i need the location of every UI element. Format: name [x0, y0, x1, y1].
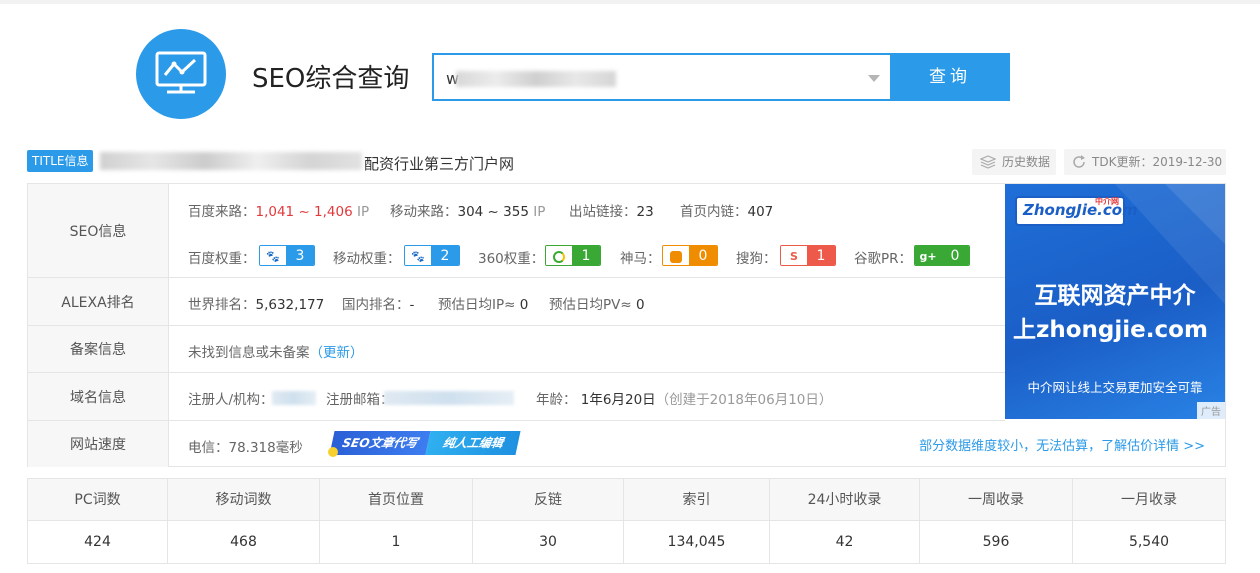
zhongjie-logo: ZhongJie.com 中介网 [1015, 196, 1138, 226]
stats-header-cell: 反链 [473, 479, 624, 521]
google-pr-label: 谷歌PR： [854, 251, 913, 267]
outbound-links: 出站链接：23 [569, 204, 654, 220]
blurred-email[interactable] [384, 391, 514, 405]
shenma-badge[interactable]: 0 [662, 245, 718, 266]
stats-header-cell: 移动词数 [168, 479, 320, 521]
shenma-horse-icon [663, 246, 689, 265]
refresh-icon [1073, 155, 1085, 168]
logo [136, 29, 226, 119]
ad-headline-1: 互联网资产中介 [1034, 283, 1196, 309]
stats-value-cell[interactable]: 5,540 [1073, 521, 1225, 563]
icp-row: 备案信息 未找到信息或未备案（更新） [28, 326, 1005, 373]
title-badge: TITLE信息 [27, 150, 94, 172]
sogou-badge[interactable]: S1 [780, 245, 836, 266]
stats-value-cell[interactable]: 468 [168, 521, 320, 563]
paw-icon: 🐾 [260, 246, 286, 265]
stats-value-row: 424 468 1 30 134,045 42 596 5,540 [28, 521, 1225, 563]
layers-icon [980, 155, 996, 169]
promo-banner[interactable]: SEO文章代写 纯人工编辑 [328, 431, 521, 457]
icp-update-link[interactable]: （更新） [310, 345, 364, 361]
search-bar: 查询 [432, 53, 1010, 101]
telecom-speed: 电信：78.318毫秒 [188, 440, 303, 456]
app-title: SEO综合查询 [252, 64, 410, 94]
google-plus-icon: g+ [915, 246, 941, 265]
stats-value-cell[interactable]: 30 [473, 521, 624, 563]
promo-manual-edit: 纯人工编辑 [425, 431, 521, 455]
tdk-update-label: TDK更新：2019-12-30 [1092, 155, 1223, 169]
shenma-label: 神马： [620, 251, 661, 267]
stats-table: PC词数 移动词数 首页位置 反链 索引 24小时收录 一周收录 一月收录 42… [27, 478, 1226, 564]
daily-pv: 预估日均PV≈ 0 [549, 297, 645, 313]
blurred-domain [456, 71, 616, 87]
blurred-title [100, 152, 362, 170]
promo-seo-writing: SEO文章代写 [329, 431, 431, 455]
domestic-rank: 国内排名：- [342, 297, 415, 313]
blurred-registrant [272, 391, 316, 405]
search-button[interactable]: 查询 [890, 53, 1010, 101]
stats-header-cell: 索引 [624, 479, 770, 521]
alexa-row: ALEXA排名 世界排名：5,632,177 国内排名：- 预估日均IP≈ 0 … [28, 278, 1005, 326]
valuation-detail-link[interactable]: 部分数据维度较小，无法估算，了解估价详情 >> [919, 435, 1205, 454]
stats-value-cell[interactable]: 42 [770, 521, 920, 563]
mobile-weight-badge[interactable]: 🐾 2 [404, 245, 460, 266]
ad-subline: 中介网让线上交易更加安全可靠 [1027, 380, 1203, 395]
360-weight-label: 360权重： [478, 251, 545, 267]
registrant-label: 注册人/机构： [188, 392, 274, 408]
sogou-label: 搜狗： [736, 251, 777, 267]
sogou-s-icon: S [781, 246, 807, 265]
history-data-button[interactable]: 历史数据 [972, 149, 1056, 175]
history-data-label: 历史数据 [1002, 155, 1051, 169]
stats-header-row: PC词数 移动词数 首页位置 反链 索引 24小时收录 一周收录 一月收录 [28, 479, 1225, 521]
stats-header-cell: 首页位置 [320, 479, 473, 521]
ring-360-icon [546, 246, 572, 265]
stats-value-cell[interactable]: 134,045 [624, 521, 770, 563]
alexa-label: ALEXA排名 [28, 278, 169, 325]
world-rank: 世界排名：5,632,177 [188, 297, 325, 313]
outbound-value[interactable]: 23 [637, 204, 654, 220]
ad-headline-2: 上zhongjie.com [1013, 317, 1208, 343]
promo-dot [328, 447, 338, 457]
stats-header-cell: PC词数 [28, 479, 168, 521]
stats-header-cell: 一月收录 [1121, 492, 1177, 508]
360-weight-badge[interactable]: 1 [545, 245, 601, 266]
baidu-weight-label: 百度权重： [188, 251, 256, 267]
monitor-chart-icon [155, 51, 207, 94]
stats-header-cell: 一周收录 [920, 479, 1073, 521]
google-pr-badge[interactable]: g+ 0 [914, 245, 970, 266]
seo-row: SEO信息 百度来路：1,041 ~ 1,406 IP 移动来路：304 ~ 3… [28, 184, 1005, 278]
ad-tag: 广告 [1197, 402, 1225, 419]
speed-row: 网站速度 电信：78.318毫秒 SEO文章代写 纯人工编辑 部分数据维度较小，… [28, 421, 1225, 467]
icp-text: 未找到信息或未备案（更新） [188, 345, 364, 361]
mobile-traffic: 移动来路：304 ~ 355 IP [390, 204, 546, 220]
stats-value-cell[interactable]: 1 [320, 521, 473, 563]
chevron-down-icon[interactable] [868, 75, 880, 82]
baidu-traffic-value[interactable]: 1,041 ~ 1,406 [256, 204, 353, 220]
stats-value-cell[interactable]: 424 [28, 521, 168, 563]
seo-traffic-line: 百度来路：1,041 ~ 1,406 IP [188, 204, 370, 220]
search-box[interactable] [432, 53, 892, 101]
baidu-weight-badge[interactable]: 🐾 3 [259, 245, 315, 266]
icp-label: 备案信息 [28, 326, 169, 372]
domain-row: 域名信息 注册人/机构： 注册邮箱： 年龄： 1年6月20日（创建于2018年0… [28, 373, 1005, 421]
mobile-traffic-value[interactable]: 304 ~ 355 [458, 204, 529, 220]
zhongjie-ad[interactable]: ZhongJie.com 中介网 互联网资产中介 上zhongjie.com 中… [1005, 184, 1225, 419]
stats-header-cell: 24小时收录 [770, 479, 920, 521]
age: 年龄： 1年6月20日（创建于2018年06月10日） [536, 392, 833, 408]
mobile-weight-label: 移动权重： [333, 251, 401, 267]
paw-icon: 🐾 [405, 246, 431, 265]
inbound-links: 首页内链：407 [680, 204, 774, 220]
daily-ip: 预估日均IP≈ 0 [438, 297, 529, 313]
seo-label: SEO信息 [28, 184, 169, 277]
speed-label: 网站速度 [28, 421, 169, 467]
inbound-value[interactable]: 407 [748, 204, 774, 220]
site-title: 配资行业第三方门户网 [364, 155, 515, 173]
tdk-update-button[interactable]: TDK更新：2019-12-30 [1064, 149, 1226, 175]
top-strip [0, 0, 1260, 4]
stats-value-cell[interactable]: 596 [920, 521, 1073, 563]
domain-label: 域名信息 [28, 373, 169, 420]
